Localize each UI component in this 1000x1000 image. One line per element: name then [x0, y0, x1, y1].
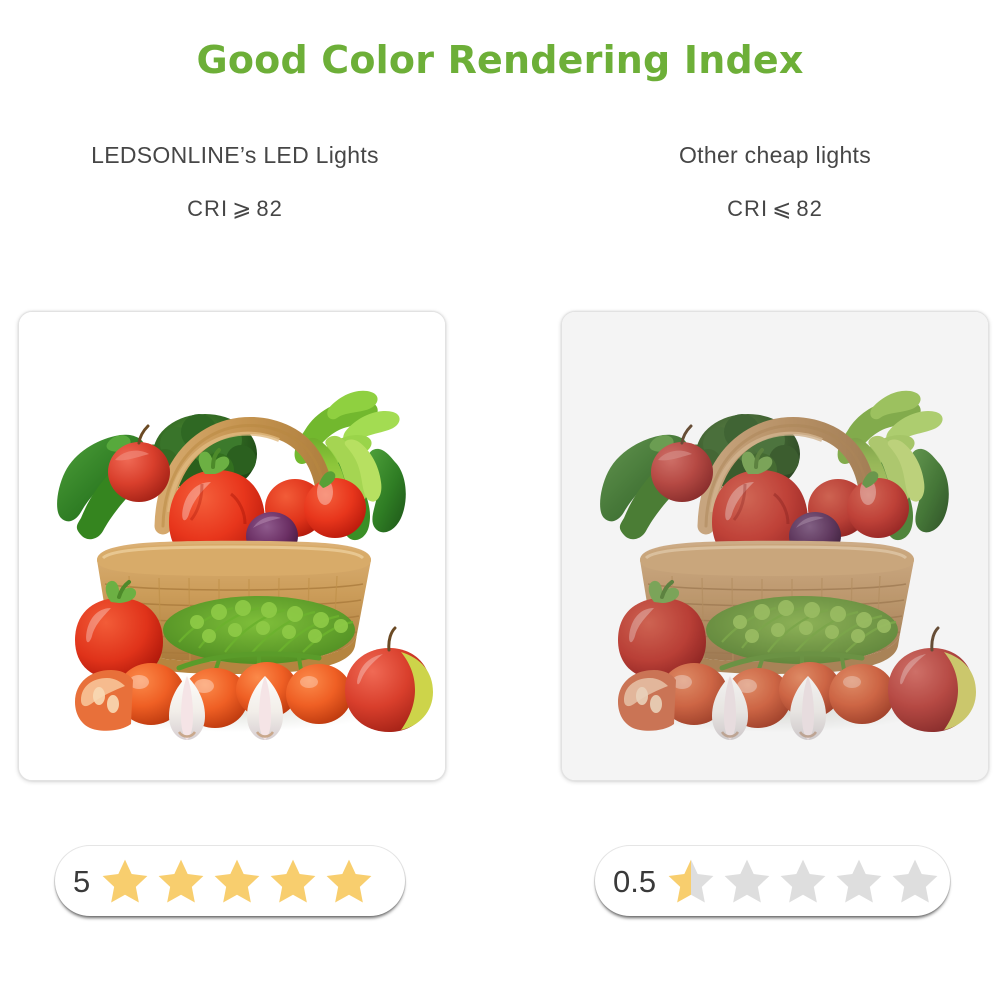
cri-value: 82: [796, 196, 823, 221]
star-empty-icon[interactable]: [722, 857, 772, 905]
rating-score-other: 0.5: [613, 863, 657, 899]
vegetable-basket-photo-dull: [562, 312, 988, 780]
page-root: Good Color Rendering Index LEDSONLINE’s …: [0, 0, 1000, 1000]
column-title-other: Other cheap lights: [678, 142, 872, 168]
star-empty-icon[interactable]: [778, 857, 828, 905]
cri-label: CRI: [187, 196, 229, 221]
photo-frame-ledsonline: [18, 311, 446, 781]
star-rating-ledsonline[interactable]: [100, 857, 374, 905]
star-icon[interactable]: [156, 857, 206, 905]
vegetable-basket-photo-vivid: [19, 312, 445, 780]
rating-score-ledsonline: 5: [73, 863, 91, 899]
page-title: Good Color Rendering Index: [196, 38, 804, 82]
star-empty-icon[interactable]: [890, 857, 940, 905]
cri-comparator-icon: ⩽: [772, 195, 793, 221]
star-rating-other[interactable]: [666, 857, 940, 905]
cri-value: 82: [256, 196, 283, 221]
star-icon[interactable]: [212, 857, 262, 905]
column-header-ledsonline: LEDSONLINE’s LED Lights CRI ⩾ 82: [20, 142, 450, 222]
rating-other[interactable]: 0.5: [595, 846, 950, 916]
star-icon[interactable]: [268, 857, 318, 905]
rating-ledsonline[interactable]: 5: [55, 846, 405, 916]
cri-comparator-icon: ⩾: [232, 195, 253, 221]
column-cri-other: CRI ⩽ 82: [560, 195, 990, 222]
star-half-icon[interactable]: [666, 857, 716, 905]
cri-label: CRI: [727, 196, 769, 221]
column-header-other: Other cheap lights CRI ⩽ 82: [560, 142, 990, 222]
star-icon[interactable]: [324, 857, 374, 905]
column-title-ledsonline: LEDSONLINE’s LED Lights: [91, 142, 379, 168]
photo-frame-other: [561, 311, 989, 781]
column-cri-ledsonline: CRI ⩾ 82: [20, 195, 450, 222]
star-empty-icon[interactable]: [834, 857, 884, 905]
star-icon[interactable]: [100, 857, 150, 905]
